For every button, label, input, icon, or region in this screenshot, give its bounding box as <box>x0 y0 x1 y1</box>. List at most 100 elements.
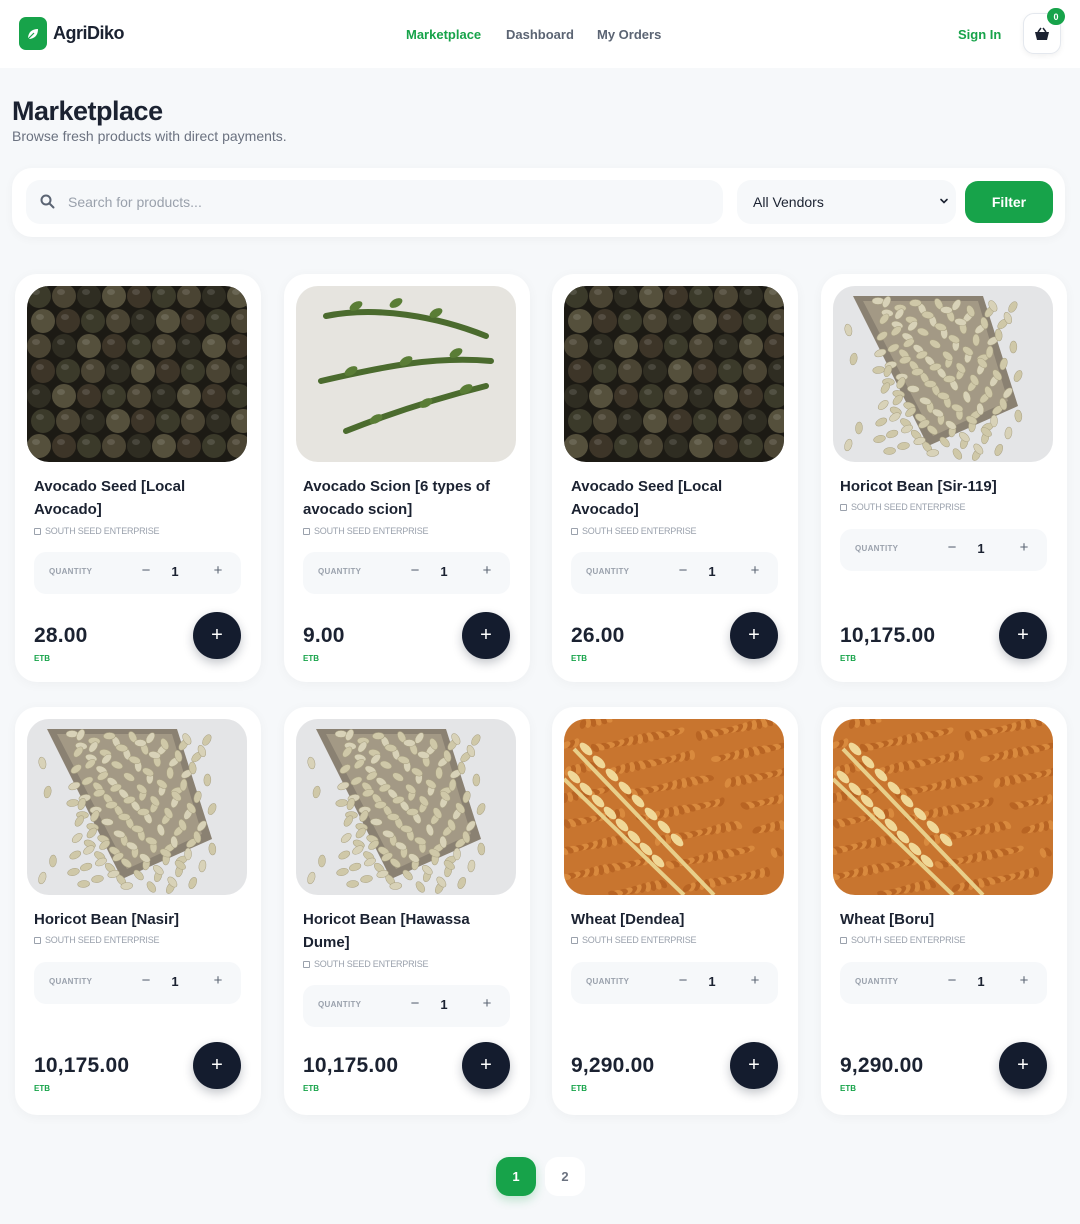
product-card[interactable]: Avocado Scion [6 types of avocado scion]… <box>284 274 530 682</box>
vendor-select-value: All Vendors <box>753 194 824 210</box>
quantity-value[interactable]: 1 <box>973 974 989 989</box>
page-1-button[interactable]: 1 <box>496 1157 536 1196</box>
add-to-cart-button[interactable]: + <box>730 1042 778 1089</box>
add-to-cart-button[interactable]: + <box>462 1042 510 1089</box>
store-icon <box>303 960 310 968</box>
vendor-name: SOUTH SEED ENTERPRISE <box>303 526 429 536</box>
decrement-button[interactable]: − <box>675 972 691 992</box>
decrement-button[interactable]: − <box>944 972 960 992</box>
page-2-button[interactable]: 2 <box>545 1157 585 1196</box>
product-card[interactable]: Avocado Seed [Local Avocado] SOUTH SEED … <box>552 274 798 682</box>
vendor-label: SOUTH SEED ENTERPRISE <box>582 526 697 536</box>
quantity-label: QUANTITY <box>855 544 899 553</box>
bean-image[interactable] <box>833 286 1053 462</box>
quantity-label: QUANTITY <box>855 977 899 986</box>
quantity-value[interactable]: 1 <box>436 564 452 579</box>
currency-label: ETB <box>840 654 856 663</box>
increment-button[interactable]: + <box>1016 539 1032 559</box>
increment-button[interactable]: + <box>747 562 763 582</box>
product-name[interactable]: Wheat [Boru] <box>840 908 1052 931</box>
quantity-stepper: QUANTITY − 1 + <box>840 529 1047 571</box>
scion-image[interactable] <box>296 286 516 462</box>
bean-image[interactable] <box>296 719 516 895</box>
plus-icon: + <box>211 624 223 646</box>
product-name[interactable]: Wheat [Dendea] <box>571 908 783 931</box>
add-to-cart-button[interactable]: + <box>730 612 778 659</box>
plus-icon: + <box>1017 624 1029 646</box>
plus-icon: + <box>748 1054 760 1076</box>
currency-label: ETB <box>571 1084 587 1093</box>
increment-button[interactable]: + <box>1016 972 1032 992</box>
vendor-name: SOUTH SEED ENTERPRISE <box>840 935 966 945</box>
decrement-button[interactable]: − <box>944 539 960 559</box>
bean-image[interactable] <box>27 719 247 895</box>
product-price: 9.00 <box>303 624 345 647</box>
avocado-image[interactable] <box>27 286 247 462</box>
avocado-image[interactable] <box>564 286 784 462</box>
product-name[interactable]: Avocado Scion [6 types of avocado scion] <box>303 475 515 521</box>
product-name[interactable]: Horicot Bean [Hawassa Dume] <box>303 908 515 954</box>
increment-button[interactable]: + <box>210 562 226 582</box>
decrement-button[interactable]: − <box>138 972 154 992</box>
currency-label: ETB <box>840 1084 856 1093</box>
brand-name[interactable]: AgriDiko <box>53 23 125 44</box>
quantity-stepper: QUANTITY − 1 + <box>34 552 241 594</box>
store-icon <box>840 936 847 944</box>
increment-button[interactable]: + <box>210 972 226 992</box>
product-price: 28.00 <box>34 624 88 647</box>
decrement-button[interactable]: − <box>138 562 154 582</box>
top-navbar: AgriDiko Marketplace Dashboard My Orders… <box>0 0 1080 68</box>
product-name[interactable]: Avocado Seed [Local Avocado] <box>571 475 783 521</box>
product-card[interactable]: Wheat [Dendea] SOUTH SEED ENTERPRISE QUA… <box>552 707 798 1115</box>
add-to-cart-button[interactable]: + <box>193 612 241 659</box>
store-icon <box>571 936 578 944</box>
increment-button[interactable]: + <box>479 995 495 1015</box>
plus-icon: + <box>1017 1054 1029 1076</box>
quantity-value[interactable]: 1 <box>167 974 183 989</box>
nav-marketplace[interactable]: Marketplace <box>406 27 481 42</box>
page-title: Marketplace <box>12 96 163 126</box>
quantity-value[interactable]: 1 <box>704 564 720 579</box>
add-to-cart-button[interactable]: + <box>193 1042 241 1089</box>
wheat-image[interactable] <box>833 719 1053 895</box>
store-icon <box>303 527 310 535</box>
product-card[interactable]: Avocado Seed [Local Avocado] SOUTH SEED … <box>15 274 261 682</box>
store-icon <box>34 527 41 535</box>
quantity-value[interactable]: 1 <box>704 974 720 989</box>
decrement-button[interactable]: − <box>675 562 691 582</box>
product-card[interactable]: Horicot Bean [Hawassa Dume] SOUTH SEED E… <box>284 707 530 1115</box>
product-price: 26.00 <box>571 624 625 647</box>
product-name[interactable]: Horicot Bean [Nasir] <box>34 908 246 931</box>
search-input[interactable] <box>68 192 708 212</box>
vendor-name: SOUTH SEED ENTERPRISE <box>840 502 966 512</box>
add-to-cart-button[interactable]: + <box>462 612 510 659</box>
page-subtitle: Browse fresh products with direct paymen… <box>12 128 287 144</box>
sign-in-link[interactable]: Sign In <box>958 27 1001 42</box>
filter-button[interactable]: Filter <box>965 181 1053 223</box>
increment-button[interactable]: + <box>479 562 495 582</box>
cart-count-badge: 0 <box>1047 8 1065 25</box>
product-name[interactable]: Avocado Seed [Local Avocado] <box>34 475 246 521</box>
product-card[interactable]: Horicot Bean [Nasir] SOUTH SEED ENTERPRI… <box>15 707 261 1115</box>
vendor-name: SOUTH SEED ENTERPRISE <box>571 935 697 945</box>
quantity-value[interactable]: 1 <box>167 564 183 579</box>
nav-dashboard[interactable]: Dashboard <box>506 27 574 42</box>
quantity-value[interactable]: 1 <box>973 541 989 556</box>
quantity-value[interactable]: 1 <box>436 997 452 1012</box>
decrement-button[interactable]: − <box>407 562 423 582</box>
leaf-logo-icon[interactable] <box>19 17 47 50</box>
quantity-label: QUANTITY <box>49 567 93 576</box>
product-card[interactable]: Horicot Bean [Sir-119] SOUTH SEED ENTERP… <box>821 274 1067 682</box>
vendor-name: SOUTH SEED ENTERPRISE <box>303 959 429 969</box>
add-to-cart-button[interactable]: + <box>999 1042 1047 1089</box>
product-name[interactable]: Horicot Bean [Sir-119] <box>840 475 1052 498</box>
increment-button[interactable]: + <box>747 972 763 992</box>
wheat-image[interactable] <box>564 719 784 895</box>
quantity-stepper: QUANTITY − 1 + <box>303 552 510 594</box>
store-icon <box>34 936 41 944</box>
currency-label: ETB <box>571 654 587 663</box>
product-card[interactable]: Wheat [Boru] SOUTH SEED ENTERPRISE QUANT… <box>821 707 1067 1115</box>
add-to-cart-button[interactable]: + <box>999 612 1047 659</box>
nav-my-orders[interactable]: My Orders <box>597 27 661 42</box>
decrement-button[interactable]: − <box>407 995 423 1015</box>
